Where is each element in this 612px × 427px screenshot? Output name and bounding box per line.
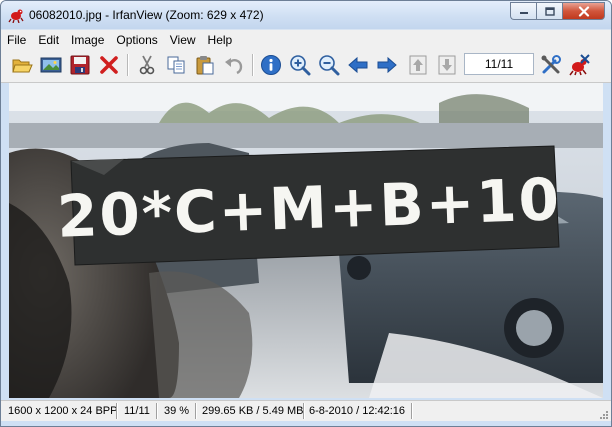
photo: 20*C+M+B+10 xyxy=(9,83,603,398)
undo-button[interactable] xyxy=(222,53,246,77)
tools-icon xyxy=(541,55,561,74)
menu-edit[interactable]: Edit xyxy=(32,33,65,47)
minimize-button[interactable] xyxy=(510,2,536,20)
info-button[interactable] xyxy=(259,53,283,77)
status-divider xyxy=(116,403,117,419)
slideshow-icon xyxy=(40,57,62,73)
maximize-icon xyxy=(544,6,555,16)
window-title: 06082010.jpg - IrfanView (Zoom: 629 x 47… xyxy=(29,8,264,22)
status-divider xyxy=(156,403,157,419)
arrow-left-icon xyxy=(348,56,368,74)
properties-button[interactable] xyxy=(539,53,563,77)
save-button[interactable] xyxy=(68,53,92,77)
menu-image[interactable]: Image xyxy=(65,33,110,47)
zoom-out-button[interactable] xyxy=(317,53,341,77)
last-page-button[interactable] xyxy=(435,53,459,77)
resize-grip-icon[interactable] xyxy=(597,408,609,420)
status-page: 11/11 xyxy=(124,405,150,417)
open-button[interactable] xyxy=(10,53,34,77)
menu-bar: File Edit Image Options View Help xyxy=(1,29,611,49)
close-button[interactable] xyxy=(562,2,605,20)
paste-button[interactable] xyxy=(193,53,217,77)
zoom-out-icon xyxy=(319,55,340,76)
toolbar: 11/11 xyxy=(1,48,611,83)
status-dimensions: 1600 x 1200 x 24 BPP xyxy=(8,405,118,417)
info-icon xyxy=(261,55,281,75)
status-divider xyxy=(195,403,196,419)
toolbar-separator xyxy=(252,54,253,76)
save-icon xyxy=(70,55,90,75)
status-divider xyxy=(303,403,304,419)
exit-button[interactable] xyxy=(567,53,591,77)
undo-icon xyxy=(225,58,243,75)
exit-icon xyxy=(569,54,590,76)
maximize-button[interactable] xyxy=(536,2,562,20)
status-bar: 1600 x 1200 x 24 BPP 11/11 39 % 299.65 K… xyxy=(1,400,611,421)
status-filesize: 299.65 KB / 5.49 MB xyxy=(202,405,304,417)
paste-icon xyxy=(196,56,214,75)
copy-button[interactable] xyxy=(164,53,188,77)
delete-button[interactable] xyxy=(97,53,121,77)
page-indicator: 11/11 xyxy=(464,53,534,75)
open-folder-icon xyxy=(12,59,33,73)
image-viewport[interactable]: 20*C+M+B+10 xyxy=(9,83,603,398)
arrow-right-icon xyxy=(377,56,397,74)
next-button[interactable] xyxy=(375,53,399,77)
delete-icon xyxy=(100,56,118,74)
zoom-in-icon xyxy=(290,55,311,76)
cut-button[interactable] xyxy=(135,53,159,77)
status-zoom: 39 % xyxy=(164,405,190,417)
first-page-button[interactable] xyxy=(406,53,430,77)
menu-options[interactable]: Options xyxy=(110,33,163,47)
status-datetime: 6-8-2010 / 12:42:16 xyxy=(309,405,406,417)
slideshow-button[interactable] xyxy=(39,53,63,77)
scissors-icon xyxy=(139,55,155,75)
status-divider xyxy=(411,403,412,419)
toolbar-separator xyxy=(127,54,128,76)
title-bar[interactable]: 06082010.jpg - IrfanView (Zoom: 629 x 47… xyxy=(1,1,611,29)
menu-view[interactable]: View xyxy=(164,33,202,47)
copy-icon xyxy=(167,56,185,74)
irfanview-window: 06082010.jpg - IrfanView (Zoom: 629 x 47… xyxy=(0,0,612,427)
irfanview-logo-icon xyxy=(8,9,24,23)
page-down-icon xyxy=(438,55,456,75)
previous-button[interactable] xyxy=(346,53,370,77)
menu-file[interactable]: File xyxy=(1,33,32,47)
minimize-icon xyxy=(519,12,528,14)
menu-help[interactable]: Help xyxy=(202,33,239,47)
close-icon xyxy=(578,5,589,17)
zoom-in-button[interactable] xyxy=(288,53,312,77)
page-up-icon xyxy=(409,55,427,75)
